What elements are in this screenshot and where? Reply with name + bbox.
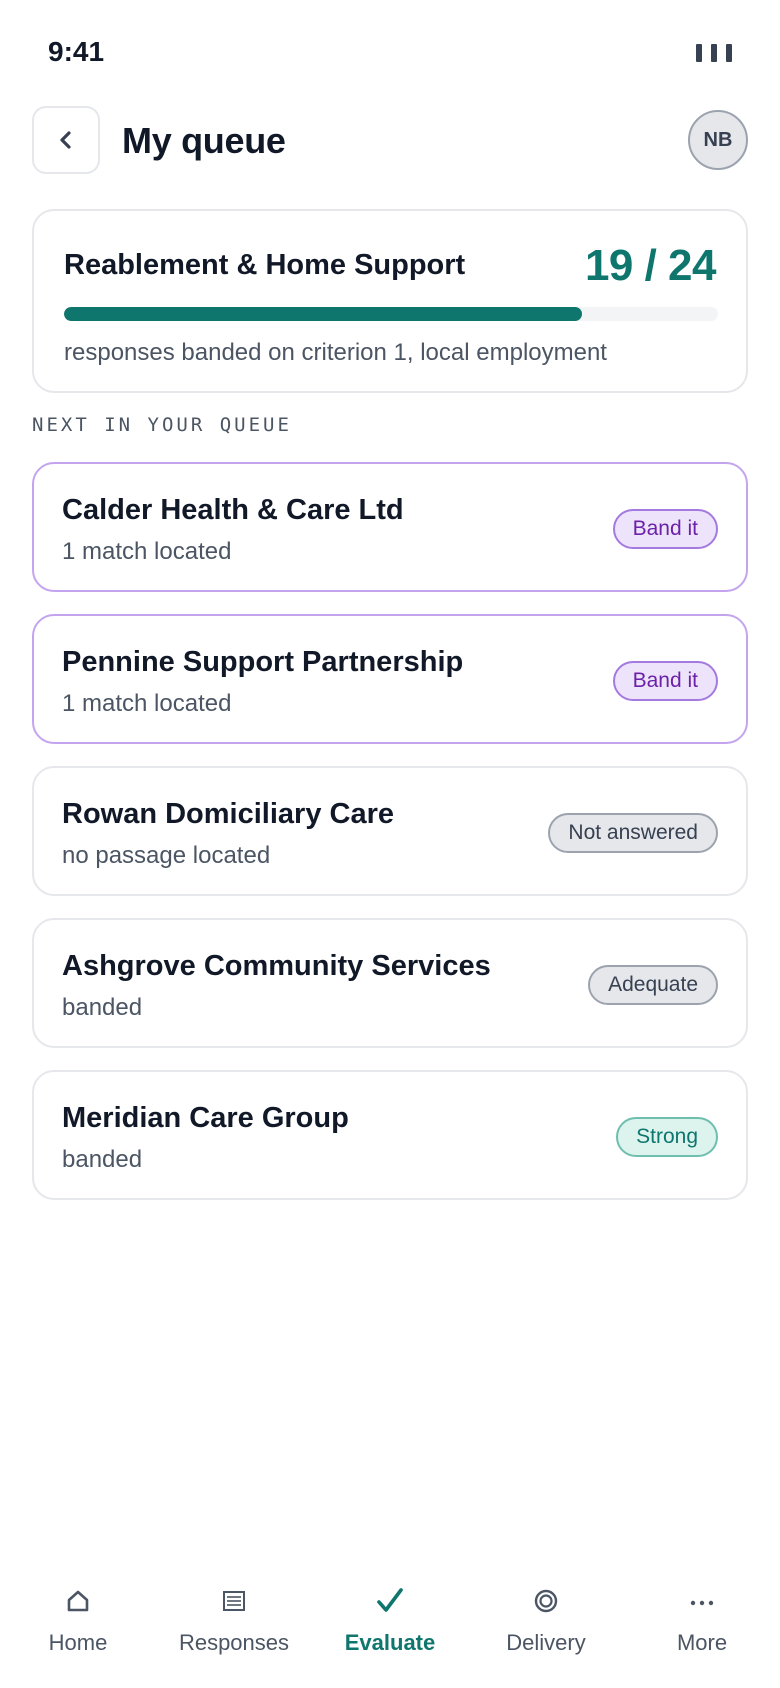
tab-label: More (676, 1630, 728, 1655)
target-icon (529, 1584, 563, 1618)
progress-bar (64, 307, 718, 321)
check-icon (373, 1584, 407, 1618)
status-badge: Not answered (548, 813, 718, 853)
header: My queue NB (32, 106, 748, 174)
tab-label: Delivery (506, 1630, 586, 1655)
queue-item[interactable]: Meridian Care Group banded Strong (32, 1070, 748, 1200)
queue-item-status: 1 match located (62, 690, 232, 717)
avatar[interactable]: NB (688, 110, 748, 170)
queue-item-name: Meridian Care Group (62, 1102, 349, 1134)
lot-name: Reablement & Home Support (64, 249, 466, 281)
queue-item[interactable]: Calder Health & Care Ltd 1 match located… (32, 462, 748, 592)
progress-card: Reablement & Home Support 19 / 24 respon… (32, 209, 748, 393)
progress-count: 19 / 24 (584, 241, 717, 290)
queue-item-status: no passage located (62, 842, 271, 869)
more-icon (685, 1584, 719, 1618)
queue-list: Calder Health & Care Ltd 1 match located… (32, 462, 748, 1222)
band-it-button[interactable]: Band it (612, 509, 718, 549)
status-badge: Adequate (588, 965, 718, 1005)
tab-more[interactable]: More (624, 1560, 780, 1688)
tab-delivery[interactable]: Delivery (468, 1560, 624, 1688)
queue-item-name: Calder Health & Care Ltd (62, 494, 404, 526)
signal-icon (696, 44, 732, 62)
status-time: 9:41 (48, 36, 105, 67)
queue-item[interactable]: Rowan Domiciliary Care no passage locate… (32, 766, 748, 896)
queue-item[interactable]: Pennine Support Partnership 1 match loca… (32, 614, 748, 744)
tab-bar: Home Responses Evaluate Delivery More (0, 1560, 780, 1688)
page-title: My queue (122, 120, 286, 161)
queue-item-name: Pennine Support Partnership (62, 646, 464, 678)
tab-home[interactable]: Home (0, 1560, 156, 1688)
band-it-button[interactable]: Band it (612, 661, 718, 701)
chevron-left-icon (60, 131, 71, 149)
tab-label: Home (48, 1630, 108, 1655)
list-icon (217, 1584, 251, 1618)
progress-caption: responses banded on criterion 1, local e… (64, 339, 607, 366)
queue-item-status: 1 match located (62, 538, 232, 565)
queue-item-name: Rowan Domiciliary Care (62, 798, 394, 830)
tab-evaluate[interactable]: Evaluate (312, 1560, 468, 1688)
tab-label: Responses (178, 1630, 290, 1655)
status-badge: Strong (616, 1117, 718, 1157)
queue-item[interactable]: Ashgrove Community Services banded Adequ… (32, 918, 748, 1048)
queue-item-name: Ashgrove Community Services (62, 950, 491, 982)
tab-label: Evaluate (344, 1630, 436, 1655)
queue-item-status: banded (62, 994, 143, 1021)
tab-responses[interactable]: Responses (156, 1560, 312, 1688)
status-bar: 9:41 (0, 0, 780, 100)
progress-bar-fill (64, 307, 582, 321)
home-icon (61, 1584, 95, 1618)
queue-item-status: banded (62, 1146, 143, 1173)
section-label: NEXT IN YOUR QUEUE (32, 414, 292, 436)
back-button[interactable] (32, 106, 100, 174)
